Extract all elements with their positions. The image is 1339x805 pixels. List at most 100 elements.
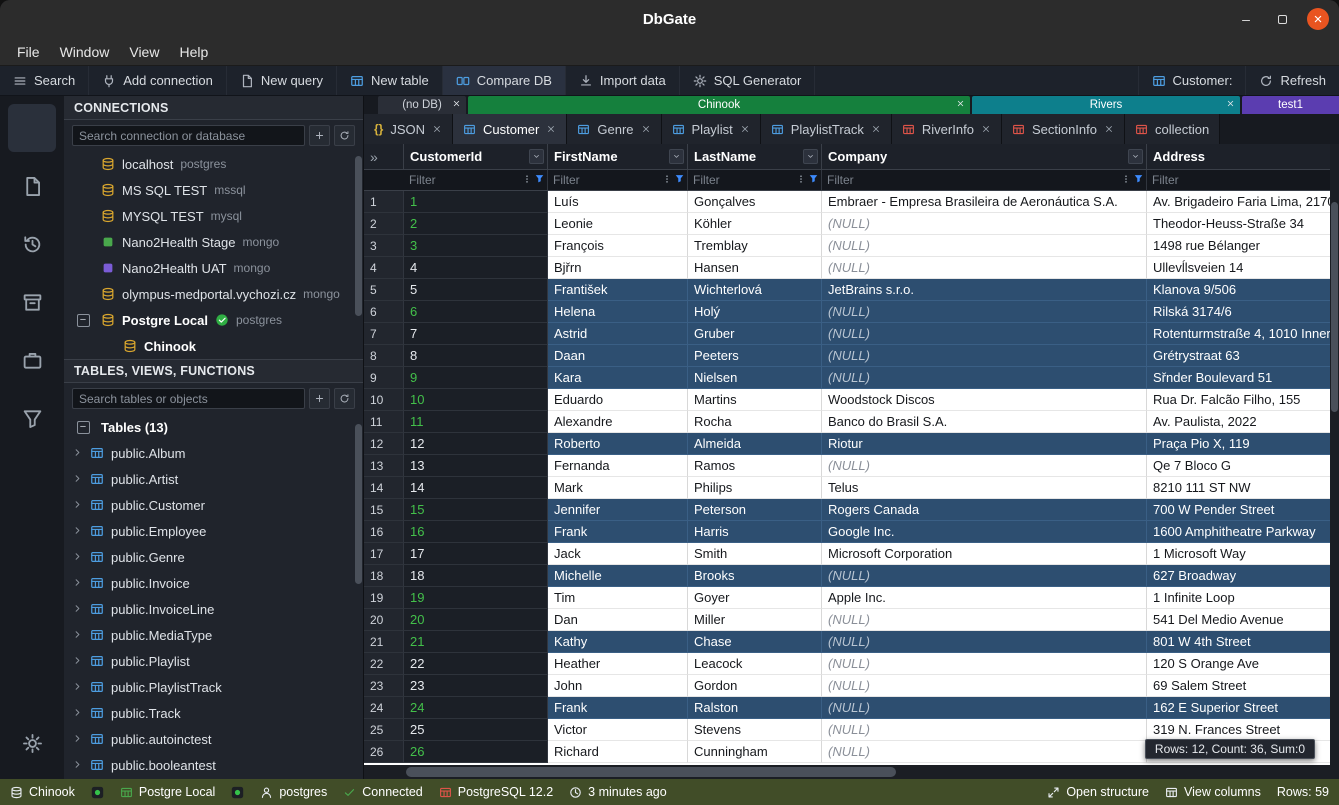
connection-item[interactable]: localhostpostgres: [64, 151, 363, 177]
row-number[interactable]: 25: [364, 719, 404, 741]
cell-address[interactable]: Klanova 9/506: [1147, 279, 1339, 301]
sidebar-tool-database[interactable]: [8, 104, 56, 152]
cell-address[interactable]: Rua Dr. Falcão Filho, 155: [1147, 389, 1339, 411]
row-number[interactable]: 1: [364, 191, 404, 213]
cell-company[interactable]: Banco do Brasil S.A.: [822, 411, 1147, 433]
sidebar-tool-history[interactable]: [8, 220, 56, 268]
close-icon[interactable]: [981, 122, 991, 137]
cell-lastname[interactable]: Smith: [688, 543, 822, 565]
table-item[interactable]: public.Track: [64, 700, 363, 726]
filter-menu-button[interactable]: [1121, 171, 1131, 189]
cell-lastname[interactable]: Wichterlová: [688, 279, 822, 301]
cell-customerid[interactable]: 8: [404, 345, 548, 367]
row-number[interactable]: 20: [364, 609, 404, 631]
cell-customerid[interactable]: 5: [404, 279, 548, 301]
connection-item[interactable]: MS SQL TESTmssql: [64, 177, 363, 203]
cell-address[interactable]: Theodor-Heuss-Straße 34: [1147, 213, 1339, 235]
status-item-3-minutes-ago[interactable]: 3 minutes ago: [569, 785, 667, 799]
column-dropdown-button[interactable]: [529, 149, 544, 164]
cell-firstname[interactable]: Kara: [548, 367, 688, 389]
cell-lastname[interactable]: Miller: [688, 609, 822, 631]
toolbar-button-new-table[interactable]: New table: [337, 66, 443, 95]
cell-firstname[interactable]: Roberto: [548, 433, 688, 455]
cell-address[interactable]: 1 Infinite Loop: [1147, 587, 1339, 609]
row-number[interactable]: 23: [364, 675, 404, 697]
table-item[interactable]: public.PlaylistTrack: [64, 674, 363, 700]
table-item[interactable]: public.Genre: [64, 544, 363, 570]
cell-firstname[interactable]: Alexandre: [548, 411, 688, 433]
toolbar-button-search[interactable]: Search: [0, 66, 89, 95]
cell-address[interactable]: Av. Paulista, 2022: [1147, 411, 1339, 433]
cell-lastname[interactable]: Ramos: [688, 455, 822, 477]
add-table-small-button[interactable]: [309, 388, 330, 409]
cell-lastname[interactable]: Leacock: [688, 653, 822, 675]
row-number[interactable]: 21: [364, 631, 404, 653]
cell-firstname[interactable]: Jack: [548, 543, 688, 565]
table-item[interactable]: public.Employee: [64, 518, 363, 544]
toolbar-button-new-query[interactable]: New query: [227, 66, 337, 95]
filter-funnel-button[interactable]: [808, 171, 819, 189]
cell-address[interactable]: Grétrystraat 63: [1147, 345, 1339, 367]
cell-company[interactable]: Riotur: [822, 433, 1147, 455]
horizontal-scrollbar-thumb[interactable]: [406, 767, 896, 777]
toolbar-button-sql-generator[interactable]: SQL Generator: [680, 66, 816, 95]
cell-lastname[interactable]: Nielsen: [688, 367, 822, 389]
sidebar-tool-file[interactable]: [8, 162, 56, 210]
cell-firstname[interactable]: Kathy: [548, 631, 688, 653]
cell-address[interactable]: Ullevĺlsveien 14: [1147, 257, 1339, 279]
cell-customerid[interactable]: 15: [404, 499, 548, 521]
cell-firstname[interactable]: Michelle: [548, 565, 688, 587]
menu-item-view[interactable]: View: [120, 41, 168, 63]
column-dropdown-button[interactable]: [669, 149, 684, 164]
table-item[interactable]: public.booleantest: [64, 752, 363, 778]
cell-customerid[interactable]: 21: [404, 631, 548, 653]
maximize-button[interactable]: [1271, 8, 1293, 30]
row-number[interactable]: 10: [364, 389, 404, 411]
chevron-right-icon[interactable]: [72, 706, 83, 721]
cell-company[interactable]: Woodstock Discos: [822, 389, 1147, 411]
column-header-firstname[interactable]: FirstName: [548, 144, 688, 169]
cell-customerid[interactable]: 6: [404, 301, 548, 323]
cell-lastname[interactable]: Goyer: [688, 587, 822, 609]
cell-customerid[interactable]: 26: [404, 741, 548, 763]
cell-firstname[interactable]: Leonie: [548, 213, 688, 235]
cell-customerid[interactable]: 25: [404, 719, 548, 741]
vertical-scrollbar-thumb[interactable]: [1331, 202, 1338, 412]
menu-item-help[interactable]: Help: [170, 41, 217, 63]
cell-company[interactable]: Apple Inc.: [822, 587, 1147, 609]
cell-address[interactable]: 162 E Superior Street: [1147, 697, 1339, 719]
cell-lastname[interactable]: Gonçalves: [688, 191, 822, 213]
table-item[interactable]: public.Playlist: [64, 648, 363, 674]
close-icon[interactable]: [740, 122, 750, 137]
cell-lastname[interactable]: Stevens: [688, 719, 822, 741]
cell-lastname[interactable]: Ralston: [688, 697, 822, 719]
table-item[interactable]: public.autoinctest: [64, 726, 363, 752]
cell-company[interactable]: (NULL): [822, 367, 1147, 389]
row-number[interactable]: 12: [364, 433, 404, 455]
chevron-right-icon[interactable]: [72, 498, 83, 513]
cell-address[interactable]: 120 S Orange Ave: [1147, 653, 1339, 675]
cell-customerid[interactable]: 2: [404, 213, 548, 235]
sidebar-tool-filter[interactable]: [8, 394, 56, 442]
cell-customerid[interactable]: 1: [404, 191, 548, 213]
cell-customerid[interactable]: 18: [404, 565, 548, 587]
chevron-right-icon[interactable]: [72, 550, 83, 565]
connection-item[interactable]: Nano2Health Stagemongo: [64, 229, 363, 255]
cell-lastname[interactable]: Holý: [688, 301, 822, 323]
row-number[interactable]: 6: [364, 301, 404, 323]
cell-firstname[interactable]: Bjřrn: [548, 257, 688, 279]
row-number[interactable]: 15: [364, 499, 404, 521]
row-number[interactable]: 17: [364, 543, 404, 565]
row-number[interactable]: 16: [364, 521, 404, 543]
chevron-right-icon[interactable]: [72, 680, 83, 695]
chevron-right-icon[interactable]: [72, 576, 83, 591]
cell-address[interactable]: Rilská 3174/6: [1147, 301, 1339, 323]
cell-customerid[interactable]: 20: [404, 609, 548, 631]
row-number[interactable]: 22: [364, 653, 404, 675]
tab-riverinfo[interactable]: RiverInfo: [892, 114, 1002, 144]
cell-lastname[interactable]: Philips: [688, 477, 822, 499]
refresh-tables-button[interactable]: [334, 388, 355, 409]
cell-lastname[interactable]: Gruber: [688, 323, 822, 345]
connection-item[interactable]: Nano2Health UATmongo: [64, 255, 363, 281]
cell-company[interactable]: (NULL): [822, 213, 1147, 235]
